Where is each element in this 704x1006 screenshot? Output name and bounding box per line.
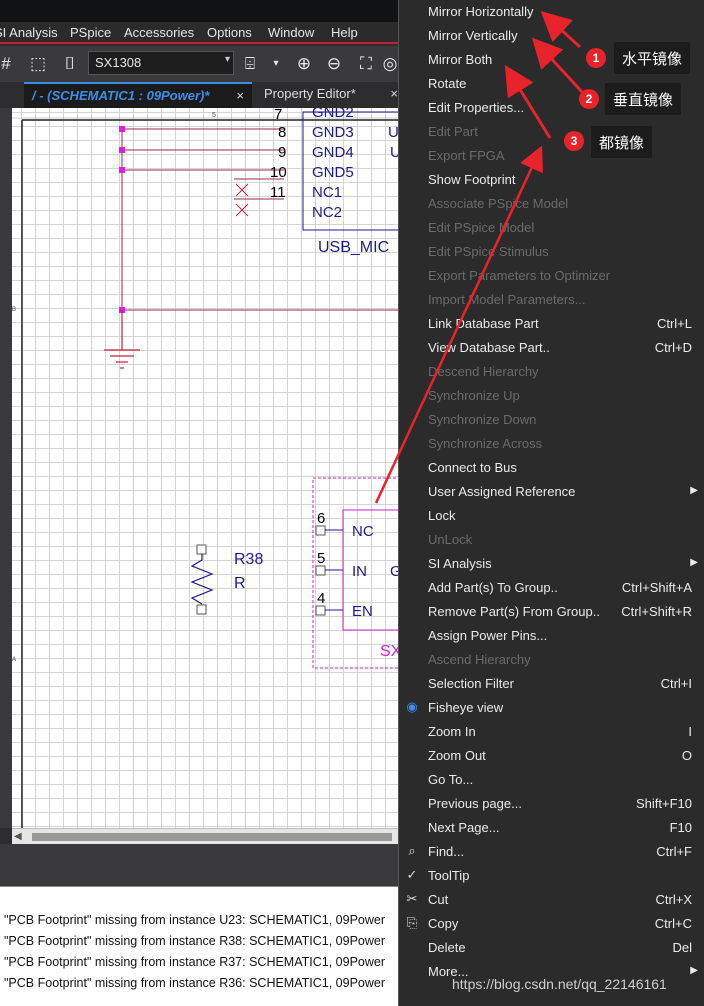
- watermark: https://blog.csdn.net/qq_22146161: [452, 976, 667, 992]
- arrow-lines: [374, 10, 585, 504]
- callout-mirror-vertical: 垂直镜像: [605, 83, 682, 115]
- app-window: SI Analysis PSpice Accessories Options W…: [0, 0, 704, 1006]
- callout-mirror-horizontal: 水平镜像: [614, 42, 691, 74]
- callout-mirror-both: 都镜像: [591, 126, 653, 158]
- callout-badge: 2: [579, 89, 599, 109]
- callout-badge: 1: [586, 48, 606, 68]
- callout-badge: 3: [564, 131, 584, 151]
